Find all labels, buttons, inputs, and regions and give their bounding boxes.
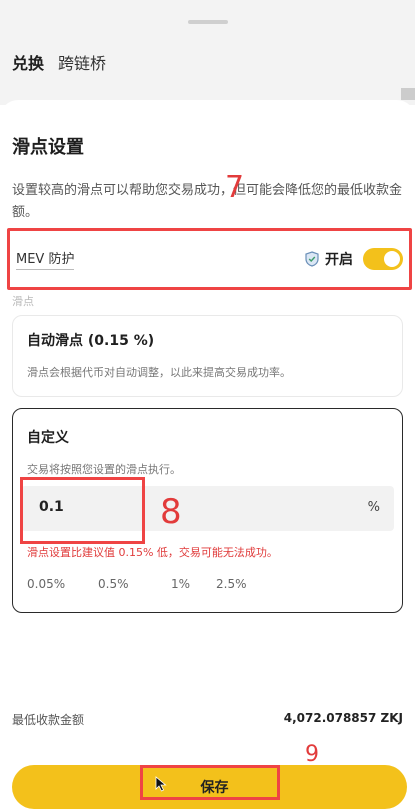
- preset-option[interactable]: 0.5%: [98, 577, 171, 591]
- shield-icon: [305, 251, 319, 267]
- drag-handle[interactable]: [188, 20, 228, 24]
- background-edge: [401, 88, 415, 100]
- slippage-section-label: 滑点: [12, 295, 34, 308]
- preset-option[interactable]: 0.05%: [27, 577, 98, 591]
- mev-toggle[interactable]: [363, 248, 403, 270]
- annotation-step-9: 9: [305, 742, 319, 767]
- slippage-warning: 滑点设置比建议值 0.15% 低，交易可能无法成功。: [27, 546, 278, 559]
- annotation-step-7: 7: [225, 170, 245, 205]
- annotation-step-8: 8: [160, 492, 182, 532]
- mev-protection-row: MEV 防护 开启: [7, 228, 412, 290]
- custom-slippage-title: 自定义: [27, 430, 69, 446]
- preset-option[interactable]: 1%: [171, 577, 216, 591]
- slippage-presets: 0.05% 0.5% 1% 2.5%: [27, 577, 266, 591]
- background-tabs: 兑换 跨链桥: [12, 50, 106, 74]
- percent-unit: %: [367, 500, 380, 515]
- min-receive-row: 最低收款金额 4,072.078857 ZKJ: [12, 711, 403, 728]
- auto-slippage-title: 自动滑点 (0.15 %): [27, 333, 155, 349]
- mev-controls: 开启: [305, 248, 403, 270]
- sheet-description: 设置较高的滑点可以帮助您交易成功，但可能会降低您的最低收款金额。: [12, 183, 403, 220]
- custom-slippage-subtitle: 交易将按照您设置的滑点执行。: [27, 463, 181, 476]
- mev-label[interactable]: MEV 防护: [16, 248, 75, 270]
- mev-status-text: 开启: [325, 252, 353, 268]
- toggle-knob: [384, 251, 400, 267]
- auto-slippage-option[interactable]: 自动滑点 (0.15 %) 滑点会根据代币对自动调整，以此来提高交易成功率。: [12, 315, 403, 397]
- annotation-box-input: [20, 477, 145, 544]
- min-receive-amount: 4,072.078857 ZKJ: [283, 711, 403, 725]
- tab-swap[interactable]: 兑换: [12, 50, 44, 74]
- preset-option[interactable]: 2.5%: [216, 577, 266, 591]
- tab-bridge[interactable]: 跨链桥: [58, 50, 106, 74]
- min-receive-label: 最低收款金额: [12, 713, 85, 727]
- cursor-icon: [155, 776, 167, 792]
- auto-slippage-subtitle: 滑点会根据代币对自动调整，以此来提高交易成功率。: [27, 366, 291, 379]
- sheet-title: 滑点设置: [12, 137, 84, 158]
